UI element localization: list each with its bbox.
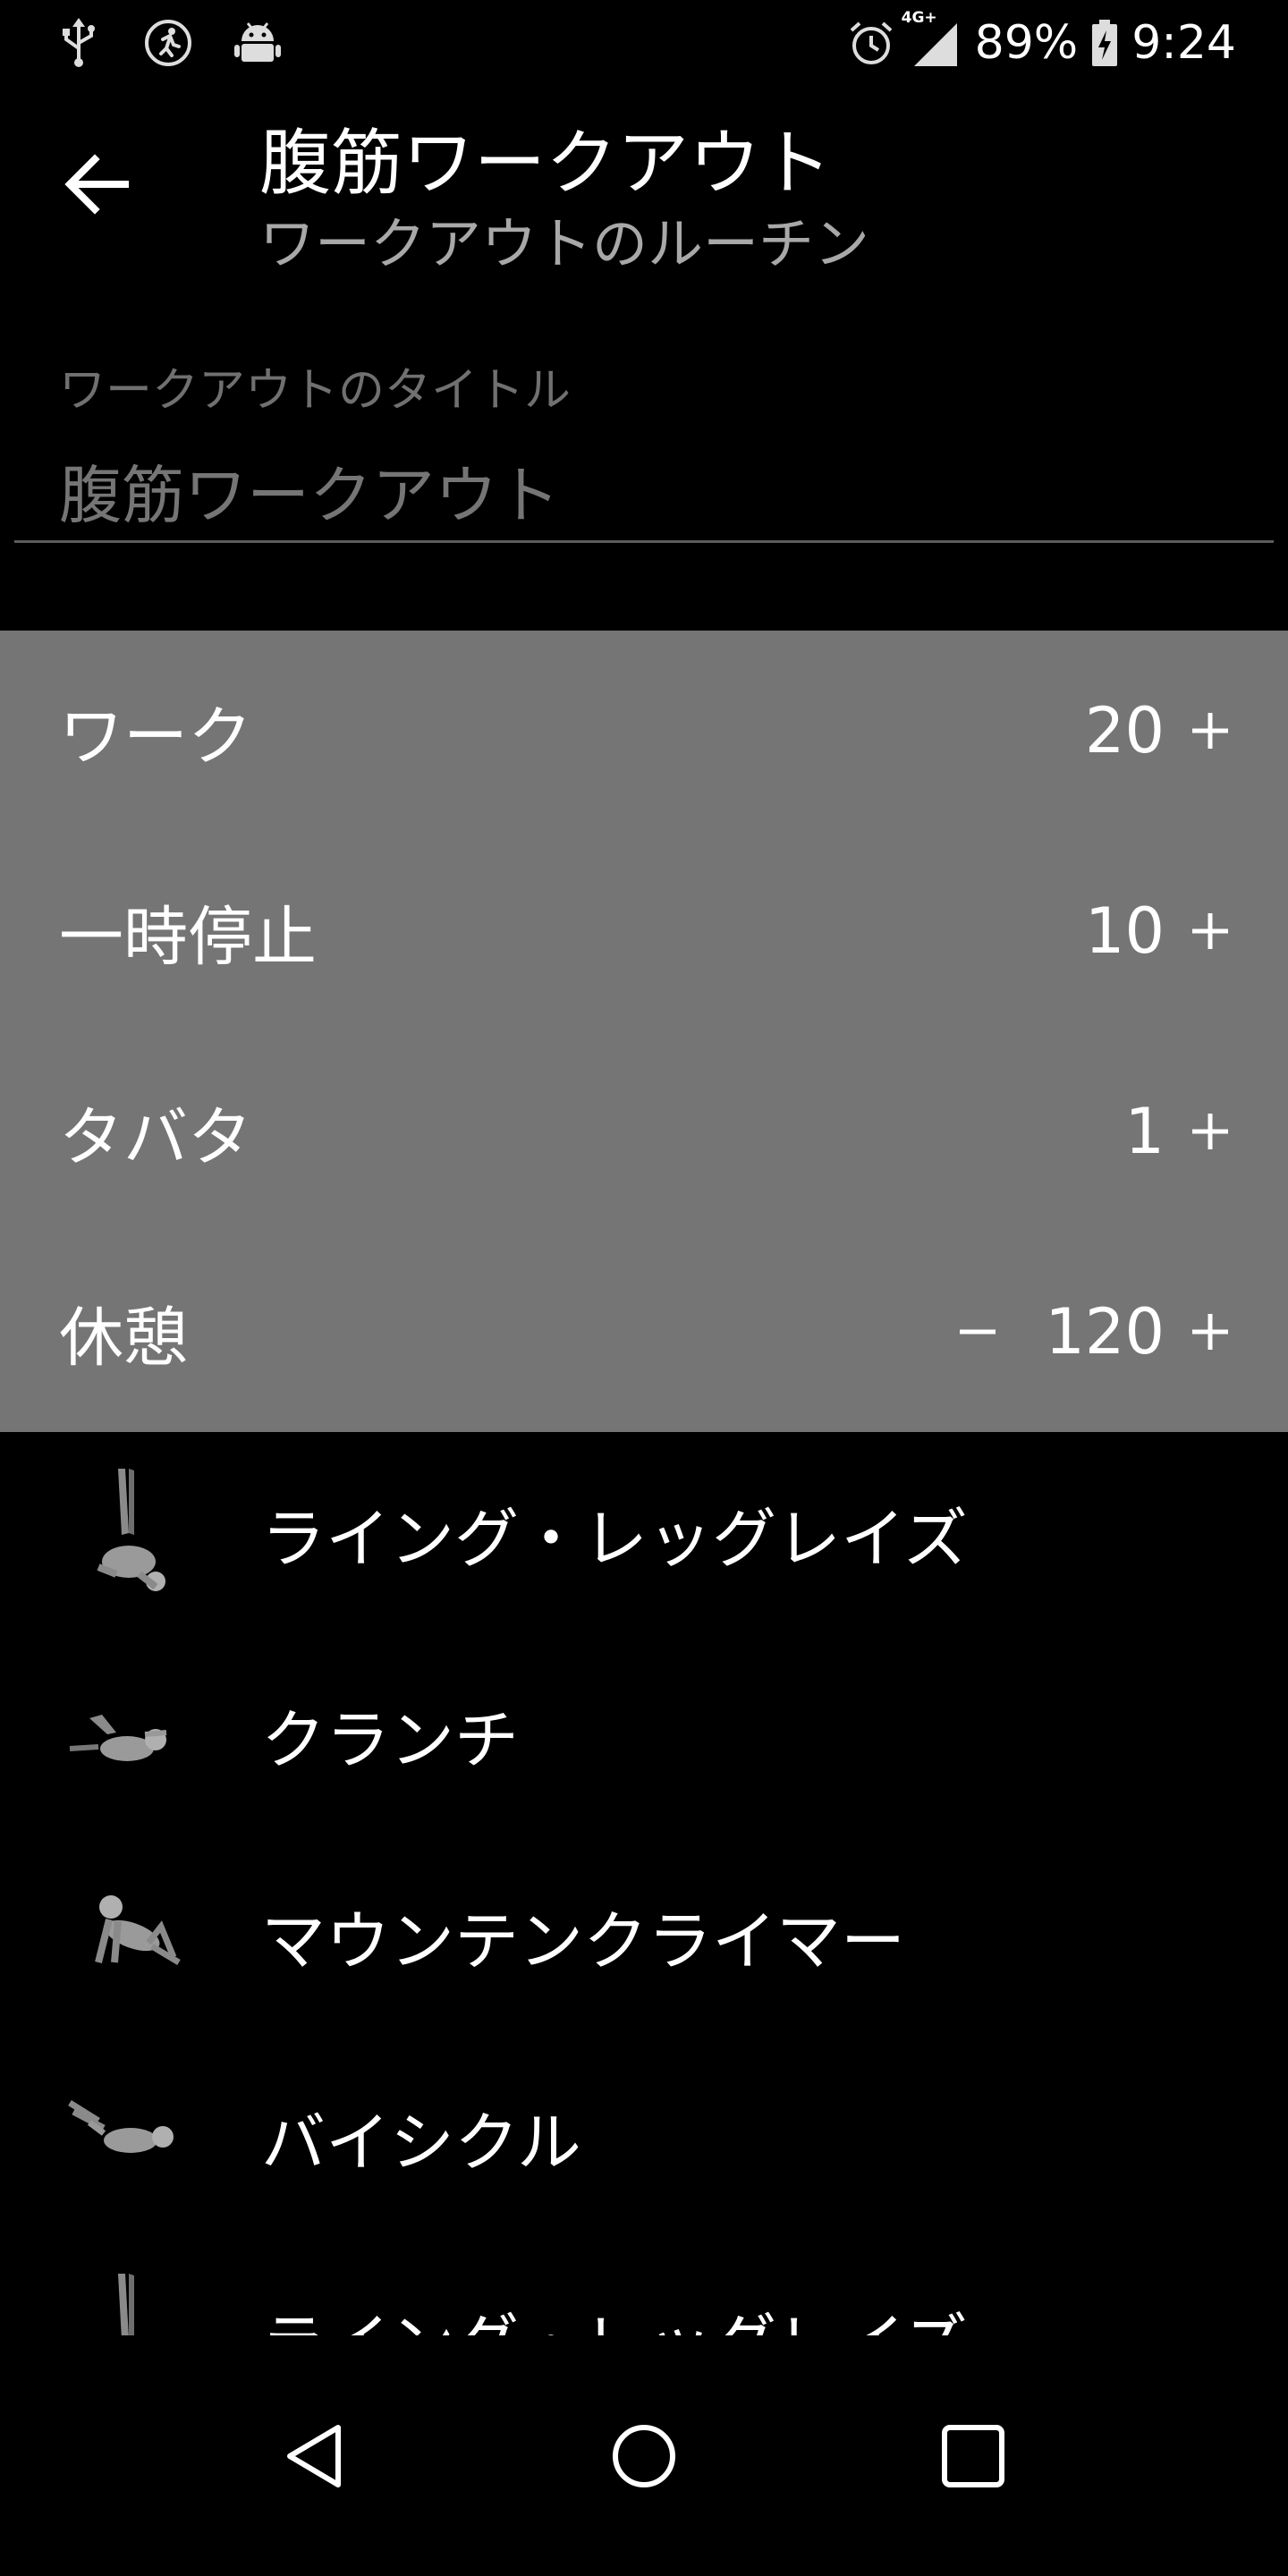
setting-value: 20 bbox=[1084, 694, 1165, 767]
navigation-bar bbox=[0, 2335, 1288, 2576]
crunch-figure-icon bbox=[69, 1714, 167, 1761]
input-underline bbox=[14, 540, 1274, 543]
list-item[interactable]: バイシクル bbox=[0, 2036, 1288, 2237]
status-bar-system: 4G+ 89% 9:24 bbox=[846, 9, 1236, 73]
setting-label: 一時停止 bbox=[59, 899, 318, 975]
leg-raise-figure-icon bbox=[97, 1468, 165, 1591]
home-circle-icon bbox=[613, 2425, 675, 2487]
battery-percent: 89% bbox=[974, 16, 1079, 70]
increment-button[interactable] bbox=[1179, 900, 1241, 962]
exercise-name: バイシクル bbox=[261, 2105, 581, 2180]
setting-value: 10 bbox=[1084, 894, 1165, 968]
alarm-icon bbox=[846, 18, 896, 68]
arrow-left-icon bbox=[64, 154, 129, 215]
nav-recents-button[interactable] bbox=[928, 2411, 1018, 2501]
leg-raise-figure-icon bbox=[118, 2273, 134, 2335]
exercise-name: マウンテンクライマー bbox=[261, 1903, 906, 1979]
recents-square-icon bbox=[942, 2425, 1004, 2487]
plus-icon bbox=[1192, 1314, 1228, 1350]
plus-icon bbox=[1192, 1114, 1228, 1149]
setting-value: 1 bbox=[1124, 1095, 1165, 1168]
increment-button[interactable] bbox=[1179, 699, 1241, 762]
list-item[interactable]: ライング・レッグレイズ bbox=[0, 1432, 1288, 1633]
exercise-name: クランチ bbox=[261, 1702, 520, 1777]
exercise-name: ライング・レッグレイズ bbox=[261, 2291, 968, 2335]
mountain-climber-figure-icon bbox=[95, 1894, 181, 1965]
list-item[interactable]: クランチ bbox=[0, 1633, 1288, 1835]
minus-icon bbox=[960, 1329, 996, 1335]
increment-button[interactable] bbox=[1179, 1301, 1241, 1363]
plus-icon bbox=[1192, 913, 1228, 949]
setting-label: タバタ bbox=[59, 1099, 253, 1175]
page-title: 腹筋ワークアウト bbox=[259, 122, 832, 205]
bicycle-figure-icon bbox=[68, 2099, 174, 2153]
status-bar: 4G+ 89% 9:24 bbox=[0, 0, 1288, 86]
signal-4g-icon: 4G+ bbox=[902, 9, 962, 70]
back-button[interactable] bbox=[63, 148, 134, 220]
setting-label: 休憩 bbox=[59, 1300, 189, 1376]
app-bar: 腹筋ワークアウト ワークアウトのルーチン bbox=[0, 86, 1288, 292]
list-item[interactable]: マウンテンクライマー bbox=[0, 1835, 1288, 2036]
setting-row-tabata: タバタ 1 bbox=[0, 1031, 1288, 1232]
workout-title-label: ワークアウトのタイトル bbox=[59, 364, 572, 418]
setting-row-work: ワーク 20 bbox=[0, 631, 1288, 831]
increment-button[interactable] bbox=[1179, 1100, 1241, 1163]
exercise-list: ライング・レッグレイズ クランチ マウンテンクライマー バイシクル bbox=[0, 1432, 1288, 2335]
decrement-button[interactable] bbox=[946, 1301, 1009, 1363]
workout-title-input[interactable] bbox=[59, 451, 1222, 540]
nav-home-button[interactable] bbox=[599, 2411, 689, 2501]
nav-back-button[interactable] bbox=[270, 2411, 360, 2501]
usb-icon bbox=[54, 18, 104, 68]
clock: 9:24 bbox=[1131, 16, 1236, 70]
plus-icon bbox=[1192, 713, 1228, 749]
exercise-name: ライング・レッグレイズ bbox=[261, 1501, 968, 1576]
battery-charging-icon bbox=[1090, 18, 1119, 68]
android-icon bbox=[233, 18, 283, 68]
setting-row-rest: 休憩 120 bbox=[0, 1232, 1288, 1432]
setting-label: ワーク bbox=[59, 699, 253, 775]
timer-settings-panel: ワーク 20 一時停止 10 タバタ 1 休憩 120 bbox=[0, 631, 1288, 1432]
setting-row-pause: 一時停止 10 bbox=[0, 831, 1288, 1031]
status-bar-notifications bbox=[54, 18, 283, 68]
back-triangle-icon bbox=[287, 2425, 341, 2487]
list-item[interactable]: ライング・レッグレイズ bbox=[0, 2237, 1288, 2335]
network-type-label: 4G+ bbox=[901, 9, 937, 27]
setting-value: 120 bbox=[1045, 1295, 1165, 1368]
running-icon bbox=[143, 18, 193, 68]
page-subtitle: ワークアウトのルーチン bbox=[259, 211, 870, 276]
